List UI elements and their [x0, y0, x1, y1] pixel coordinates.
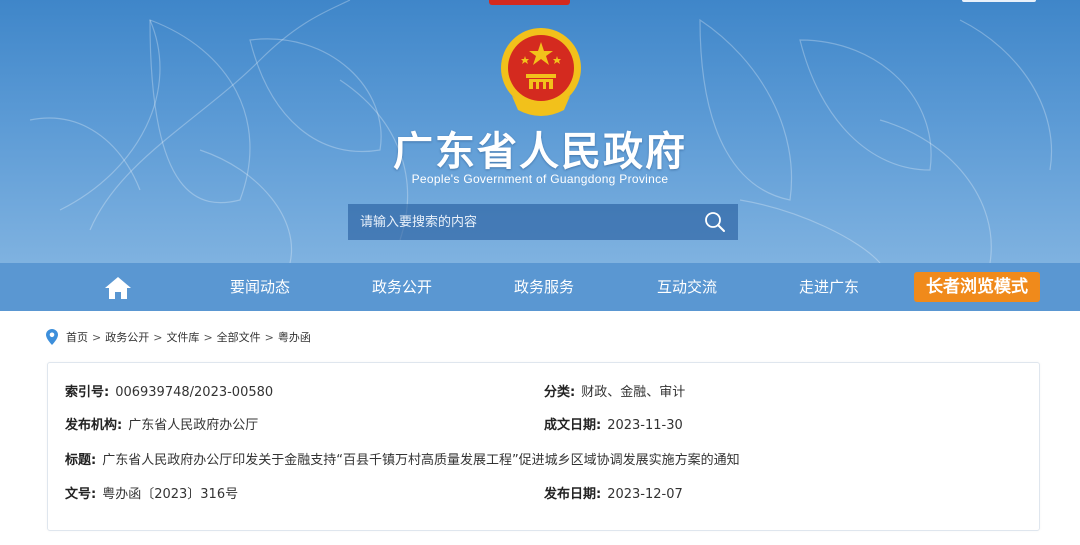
title-row: 标题: 广东省人民政府办公厅印发关于金融支持“百县千镇万村高质量发展工程”促进城乡… [65, 449, 740, 468]
national-emblem-icon [501, 28, 581, 116]
written-date-label: 成文日期: [544, 418, 602, 433]
breadcrumb-file-library[interactable]: 文件库 [166, 329, 199, 345]
index-number-label: 索引号: [65, 385, 110, 400]
index-number-value: 006939748/2023-00580 [115, 385, 274, 400]
breadcrumb-separator: > [203, 330, 213, 344]
search-input[interactable] [348, 204, 688, 240]
index-number-row: 索引号: 006939748/2023-00580 [65, 381, 273, 400]
document-number-row: 文号: 粤办函〔2023〕316号 [65, 483, 238, 502]
site-title: 广东省人民政府 [393, 129, 687, 175]
publish-date-row: 发布日期: 2023-12-07 [544, 483, 683, 502]
top-white-tab [962, 0, 1036, 2]
nav-item-about-guangdong[interactable]: 走进广东 [779, 263, 879, 311]
category-row: 分类: 财政、金融、审计 [544, 381, 685, 400]
category-value: 财政、金融、审计 [581, 385, 686, 400]
nav-item-gov-services[interactable]: 政务服务 [494, 263, 594, 311]
site-subtitle: People's Government of Guangdong Provinc… [411, 172, 669, 186]
breadcrumb-gov-open[interactable]: 政务公开 [105, 329, 149, 345]
category-label: 分类: [544, 385, 576, 400]
issuer-row: 发布机构: 广东省人民政府办公厅 [65, 414, 258, 433]
document-info-card: 索引号: 006939748/2023-00580 分类: 财政、金融、审计 发布机… [47, 362, 1040, 531]
breadcrumb-separator: > [264, 330, 274, 344]
breadcrumb-all-files[interactable]: 全部文件 [217, 329, 261, 345]
issuer-value: 广东省人民政府办公厅 [128, 418, 259, 433]
written-date-row: 成文日期: 2023-11-30 [544, 414, 683, 433]
breadcrumb-current[interactable]: 粤办函 [278, 329, 311, 345]
breadcrumb-separator: > [153, 330, 163, 344]
nav-item-news[interactable]: 要闻动态 [210, 263, 310, 311]
home-icon[interactable] [104, 276, 132, 300]
breadcrumb-home[interactable]: 首页 [66, 329, 88, 345]
title-value: 广东省人民政府办公厅印发关于金融支持“百县千镇万村高质量发展工程”促进城乡区域协… [102, 453, 740, 468]
breadcrumb-separator: > [92, 330, 102, 344]
site-header: 广东省人民政府 People's Government of Guangdong… [0, 0, 1080, 263]
nav-item-interaction[interactable]: 互动交流 [637, 263, 737, 311]
search-icon[interactable] [704, 211, 726, 233]
search-box [348, 204, 738, 240]
document-number-label: 文号: [65, 487, 97, 502]
title-label: 标题: [65, 453, 97, 468]
elder-mode-button[interactable]: 长者浏览模式 [914, 272, 1040, 302]
top-red-tab [489, 0, 570, 5]
nav-item-gov-affairs-open[interactable]: 政务公开 [352, 263, 452, 311]
location-icon [46, 329, 58, 345]
publish-date-label: 发布日期: [544, 487, 602, 502]
publish-date-value: 2023-12-07 [607, 487, 683, 502]
written-date-value: 2023-11-30 [607, 418, 683, 433]
breadcrumb: 首页 > 政务公开 > 文件库 > 全部文件 > 粤办函 [46, 328, 311, 346]
issuer-label: 发布机构: [65, 418, 123, 433]
document-number-value: 粤办函〔2023〕316号 [102, 487, 239, 502]
